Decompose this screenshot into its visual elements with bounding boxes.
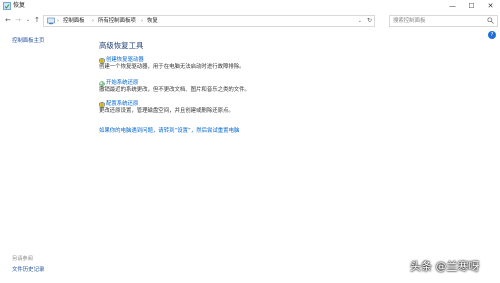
control-panel-icon	[47, 17, 55, 25]
help-icon[interactable]: ?	[488, 31, 496, 39]
page-title: 高级恢复工具	[99, 41, 144, 50]
file-history-link[interactable]: 文件历史记录	[12, 265, 44, 273]
maximize-button[interactable]: ☐	[462, 0, 481, 12]
create-recovery-drive-link[interactable]: 创建恢复驱动器	[106, 57, 144, 64]
breadcrumb-separator: ›	[141, 18, 143, 24]
forward-arrow-icon[interactable]: →	[13, 15, 23, 25]
title-bar: 恢复 — ☐ ✕	[0, 0, 500, 13]
control-panel-home-link[interactable]: 控制面板主页	[12, 36, 44, 44]
configure-system-restore-description: 更改还原设置，管理磁盘空间，并且创建或删除还原点。	[99, 108, 234, 114]
address-bar-row: ← → ⌄ ↑ › 控制面板 › 所有控制面板项 › 恢复 ⌄ ↻ 搜索控制面板	[0, 13, 500, 28]
reset-pc-settings-link[interactable]: 如果你的电脑遇到问题，请转到“设置”，然后尝试重置电脑	[99, 126, 239, 134]
breadcrumb-separator: ›	[92, 18, 94, 24]
address-box[interactable]: › 控制面板 › 所有控制面板项 › 恢复 ⌄ ↻	[43, 15, 375, 27]
breadcrumb-all-items[interactable]: 所有控制面板项	[98, 16, 136, 26]
watermark-text: 头条 @兰寒呀	[410, 260, 480, 273]
create-recovery-drive-description: 创建一个恢复驱动器，用于在电脑无法启动时进行故障排除。	[99, 64, 245, 70]
breadcrumb-recovery[interactable]: 恢复	[147, 16, 158, 26]
breadcrumb-separator: ›	[57, 18, 59, 24]
see-also-header: 另请参阅	[12, 256, 33, 262]
address-dropdown-icon[interactable]: ⌄	[358, 16, 362, 26]
up-arrow-icon[interactable]: ↑	[32, 15, 42, 25]
refresh-icon[interactable]: ↻	[367, 16, 372, 26]
open-system-restore-link[interactable]: 开始系统还原	[106, 80, 138, 87]
recovery-app-icon	[3, 2, 11, 10]
minimize-button[interactable]: —	[443, 0, 462, 12]
close-button[interactable]: ✕	[481, 0, 500, 12]
configure-system-restore-link[interactable]: 配置系统还原	[106, 101, 138, 108]
back-arrow-icon[interactable]: ←	[3, 15, 13, 25]
window-title: 恢复	[13, 2, 26, 9]
search-placeholder: 搜索控制面板	[393, 18, 426, 24]
open-system-restore-description: 撤销最近的系统更改，但不更改文档、图片和音乐之类的文件。	[99, 87, 250, 93]
search-input[interactable]: 搜索控制面板	[389, 15, 498, 27]
breadcrumb-control-panel[interactable]: 控制面板	[63, 16, 85, 26]
search-icon[interactable]	[487, 17, 494, 24]
